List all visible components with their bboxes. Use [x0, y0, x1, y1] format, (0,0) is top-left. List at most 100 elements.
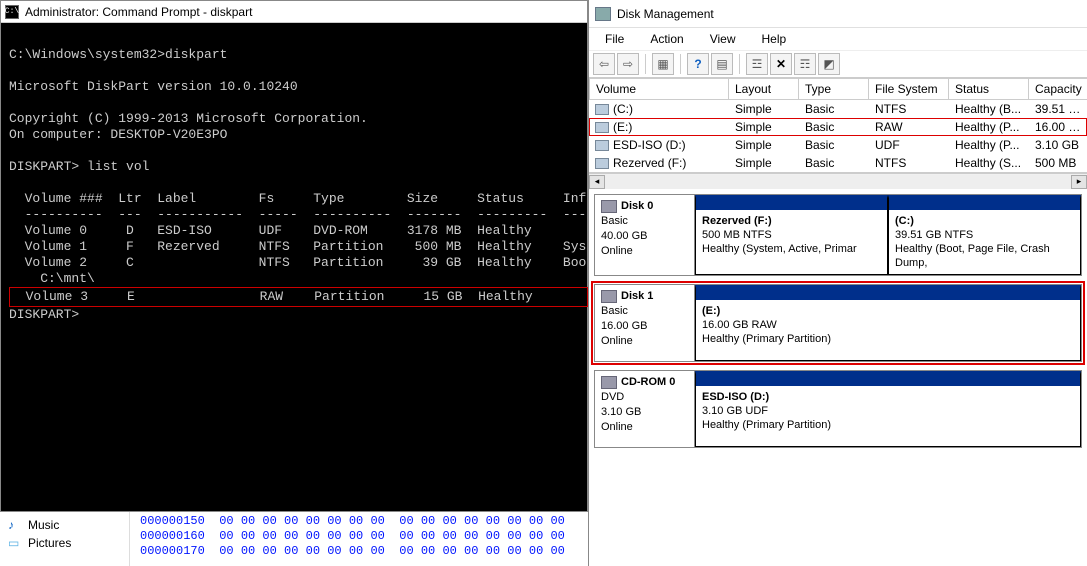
disk-pane[interactable]: CD-ROM 0DVD3.10 GBOnlineESD-ISO (D:)3.10…	[594, 370, 1082, 448]
dm-titlebar[interactable]: Disk Management	[589, 0, 1087, 28]
disk-size: 40.00 GB	[601, 229, 688, 244]
volume-capacity: 16.00 GB	[1029, 118, 1087, 136]
partition-size: 500 MB NTFS	[702, 228, 881, 242]
disk-state: Online	[601, 334, 688, 349]
volume-filesystem: NTFS	[869, 154, 949, 172]
cmd-output[interactable]: C:\Windows\system32>diskpart Microsoft D…	[1, 23, 587, 331]
disk-pane[interactable]: Disk 0Basic40.00 GBOnlineRezerved (F:)50…	[594, 194, 1082, 276]
disk-size: 16.00 GB	[601, 319, 688, 334]
music-icon: ♪	[8, 518, 22, 532]
partition-status: Healthy (Boot, Page File, Crash Dump,	[895, 242, 1074, 270]
volume-filesystem: UDF	[869, 136, 949, 154]
delete-icon: ✕	[776, 57, 786, 71]
menu-help[interactable]: Help	[750, 30, 799, 48]
back-button[interactable]: ⇦	[593, 53, 615, 75]
volume-list: Volume Layout Type File System Status Ca…	[589, 78, 1087, 173]
settings-button[interactable]: ☲	[746, 53, 768, 75]
partition-status: Healthy (Primary Partition)	[702, 332, 1074, 346]
pictures-icon: ▭	[8, 536, 22, 550]
volume-icon	[595, 140, 609, 151]
partition-bar	[889, 198, 1080, 210]
volume-name: (E:)	[613, 120, 632, 134]
disk-icon	[601, 200, 617, 213]
volume-list-header: Volume Layout Type File System Status Ca…	[589, 78, 1087, 100]
disk-kind: Basic	[601, 214, 688, 229]
partition[interactable]: ESD-ISO (D:)3.10 GB UDFHealthy (Primary …	[695, 371, 1081, 447]
refresh-icon: ▤	[716, 57, 727, 71]
disk-info: CD-ROM 0DVD3.10 GBOnline	[595, 371, 695, 447]
panel-icon: ▦	[657, 57, 668, 71]
volume-status: Healthy (P...	[949, 136, 1029, 154]
partition[interactable]: (E:)16.00 GB RAWHealthy (Primary Partiti…	[695, 285, 1081, 361]
toolbar-separator	[645, 54, 646, 74]
partition-title: ESD-ISO (D:)	[702, 390, 1074, 404]
partition-size: 16.00 GB RAW	[702, 318, 1074, 332]
volume-layout: Simple	[729, 136, 799, 154]
sidebar-item-label: Pictures	[28, 536, 71, 550]
menu-view[interactable]: View	[698, 30, 748, 48]
cmd-icon: C:\	[5, 5, 19, 19]
wizard-button[interactable]: ◩	[818, 53, 840, 75]
disk-info: Disk 0Basic40.00 GBOnline	[595, 195, 695, 275]
command-prompt-window: C:\ Administrator: Command Prompt - disk…	[0, 0, 588, 512]
volume-status: Healthy (B...	[949, 100, 1029, 118]
refresh-button[interactable]: ▤	[711, 53, 733, 75]
disk-management-icon	[595, 7, 611, 21]
cmd-titlebar[interactable]: C:\ Administrator: Command Prompt - disk…	[1, 1, 587, 23]
dm-menubar: File Action View Help	[589, 28, 1087, 50]
volume-row[interactable]: (E:)SimpleBasicRAWHealthy (P...16.00 GB	[589, 118, 1087, 136]
disk-management-window: Disk Management File Action View Help ⇦ …	[588, 0, 1087, 566]
partition-size: 3.10 GB UDF	[702, 404, 1074, 418]
toolbar-separator	[680, 54, 681, 74]
volume-capacity: 3.10 GB	[1029, 136, 1087, 154]
scroll-left-button[interactable]: ◂	[589, 175, 605, 189]
menu-action[interactable]: Action	[638, 30, 695, 48]
cmd-title: Administrator: Command Prompt - diskpart	[25, 5, 252, 19]
hex-dump-text: 000000150 00 00 00 00 00 00 00 00 00 00 …	[130, 512, 575, 566]
arrow-right-icon: ⇨	[623, 57, 633, 71]
scroll-track[interactable]	[605, 175, 1071, 189]
sidebar-item-label: Music	[28, 518, 59, 532]
sidebar-item-music[interactable]: ♪ Music	[0, 516, 129, 534]
volume-row[interactable]: (C:)SimpleBasicNTFSHealthy (B...39.51 GB	[589, 100, 1087, 118]
volume-capacity: 39.51 GB	[1029, 100, 1087, 118]
sidebar-item-pictures[interactable]: ▭ Pictures	[0, 534, 129, 552]
volume-type: Basic	[799, 136, 869, 154]
disk-kind: Basic	[601, 304, 688, 319]
volume-name: (C:)	[613, 102, 633, 116]
volume-capacity: 500 MB	[1029, 154, 1087, 172]
volume-name: Rezerved (F:)	[613, 156, 686, 170]
menu-file[interactable]: File	[593, 30, 636, 48]
col-status[interactable]: Status	[949, 78, 1029, 100]
volume-row[interactable]: ESD-ISO (D:) SimpleBasicUDFHealthy (P...3…	[589, 136, 1087, 154]
volume-name: ESD-ISO (D:)	[613, 138, 686, 152]
disk-title: Disk 0	[621, 199, 653, 214]
col-volume[interactable]: Volume	[589, 78, 729, 100]
properties-button[interactable]: ☶	[794, 53, 816, 75]
forward-button[interactable]: ⇨	[617, 53, 639, 75]
volume-type: Basic	[799, 100, 869, 118]
volume-list-scrollbar[interactable]: ◂ ▸	[589, 173, 1087, 189]
partition[interactable]: Rezerved (F:)500 MB NTFSHealthy (System,…	[695, 195, 888, 275]
col-filesystem[interactable]: File System	[869, 78, 949, 100]
col-type[interactable]: Type	[799, 78, 869, 100]
volume-type: Basic	[799, 118, 869, 136]
partition-bar	[696, 198, 887, 210]
disk-graphical-area: Disk 0Basic40.00 GBOnlineRezerved (F:)50…	[589, 189, 1087, 461]
volume-filesystem: RAW	[869, 118, 949, 136]
volume-icon	[595, 122, 609, 133]
wizard-icon: ◩	[823, 57, 834, 71]
show-hide-button[interactable]: ▦	[652, 53, 674, 75]
disk-pane[interactable]: Disk 1Basic16.00 GBOnline(E:)16.00 GB RA…	[594, 284, 1082, 362]
partition-status: Healthy (Primary Partition)	[702, 418, 1074, 432]
volume-row[interactable]: Rezerved (F:)SimpleBasicNTFSHealthy (S..…	[589, 154, 1087, 172]
scroll-right-button[interactable]: ▸	[1071, 175, 1087, 189]
delete-button[interactable]: ✕	[770, 53, 792, 75]
partition-title: (E:)	[702, 304, 1074, 318]
col-layout[interactable]: Layout	[729, 78, 799, 100]
volume-layout: Simple	[729, 154, 799, 172]
help-button[interactable]: ?	[687, 53, 709, 75]
explorer-sidebar: ♪ Music ▭ Pictures	[0, 512, 130, 566]
col-capacity[interactable]: Capacity	[1029, 78, 1087, 100]
partition[interactable]: (C:)39.51 GB NTFSHealthy (Boot, Page Fil…	[888, 195, 1081, 275]
